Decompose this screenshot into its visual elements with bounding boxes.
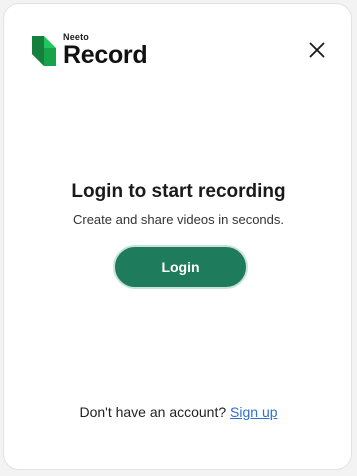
neeto-record-logo: Neeto Record xyxy=(32,32,148,69)
signup-link[interactable]: Sign up xyxy=(230,404,277,420)
logo-big-text: Record xyxy=(63,41,148,69)
logo-wordmark: Neeto Record xyxy=(63,32,148,69)
page-title: Login to start recording xyxy=(71,181,286,202)
signup-prompt: Don't have an account? Sign up xyxy=(4,404,353,420)
login-button[interactable]: Login xyxy=(113,245,248,289)
signup-prompt-text: Don't have an account? xyxy=(79,404,227,420)
close-button[interactable] xyxy=(302,35,332,65)
neeto-logo-icon xyxy=(32,36,56,66)
login-popup: Neeto Record Login to start recording Cr… xyxy=(3,3,352,470)
close-icon xyxy=(309,42,325,58)
page-subtitle: Create and share videos in seconds. xyxy=(72,212,284,227)
